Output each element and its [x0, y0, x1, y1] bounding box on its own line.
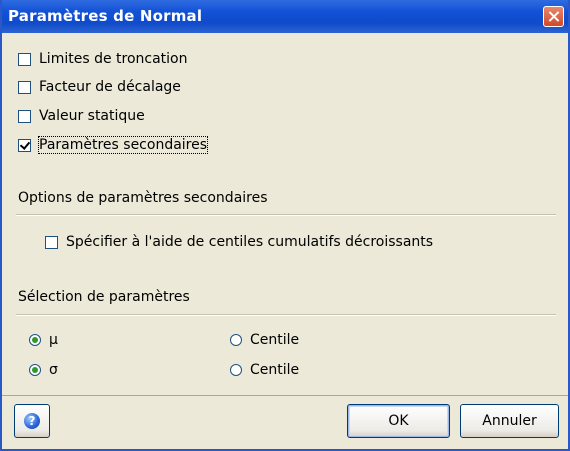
mu-label: μ [49, 332, 58, 348]
secondary-options-divider [16, 214, 556, 216]
secondary-parameters-checkbox[interactable] [18, 138, 31, 152]
option-truncation-limits[interactable]: Limites de troncation [18, 49, 187, 69]
ok-button[interactable]: OK [347, 404, 450, 438]
decreasing-centiles-label: Spécifier à l'aide de centiles cumulatif… [66, 234, 434, 250]
button-bar-divider [2, 395, 568, 396]
mu-radio-button[interactable] [29, 334, 41, 346]
dialog-window: Paramètres de Normal Limites de troncati… [0, 0, 570, 451]
static-value-checkbox[interactable] [18, 109, 31, 123]
sigma-centile-radio-button[interactable] [230, 364, 242, 376]
decreasing-centiles-checkbox[interactable] [45, 235, 58, 249]
close-button[interactable] [543, 6, 564, 27]
sigma-radio-button[interactable] [29, 364, 41, 376]
parameter-selection-heading: Sélection de paramètres [18, 289, 190, 305]
radio-mu-centile[interactable]: Centile [230, 330, 299, 350]
radio-sigma-centile[interactable]: Centile [230, 360, 299, 380]
secondary-parameters-label: Paramètres secondaires [37, 136, 209, 154]
help-icon: ? [24, 413, 40, 429]
truncation-limits-label: Limites de troncation [39, 51, 188, 67]
help-button[interactable]: ? [14, 404, 50, 438]
secondary-options-heading: Options de paramètres secondaires [18, 190, 268, 206]
sigma-centile-label: Centile [250, 362, 300, 378]
mu-centile-radio-button[interactable] [230, 334, 242, 346]
option-shift-factor[interactable]: Facteur de décalage [18, 77, 181, 97]
radio-sigma[interactable]: σ [29, 360, 58, 380]
cancel-button[interactable]: Annuler [460, 404, 559, 438]
option-decreasing-centiles[interactable]: Spécifier à l'aide de centiles cumulatif… [45, 232, 433, 252]
shift-factor-checkbox[interactable] [18, 80, 31, 94]
mu-centile-label: Centile [250, 332, 300, 348]
sigma-label: σ [49, 362, 58, 378]
title-bar[interactable]: Paramètres de Normal [2, 0, 568, 33]
option-secondary-parameters[interactable]: Paramètres secondaires [18, 135, 209, 155]
parameter-selection-divider [16, 314, 556, 316]
shift-factor-label: Facteur de décalage [39, 79, 181, 95]
radio-mu[interactable]: μ [29, 330, 58, 350]
dialog-title: Paramètres de Normal [8, 7, 203, 25]
truncation-limits-checkbox[interactable] [18, 52, 31, 66]
static-value-label: Valeur statique [39, 108, 145, 124]
option-static-value[interactable]: Valeur statique [18, 106, 145, 126]
